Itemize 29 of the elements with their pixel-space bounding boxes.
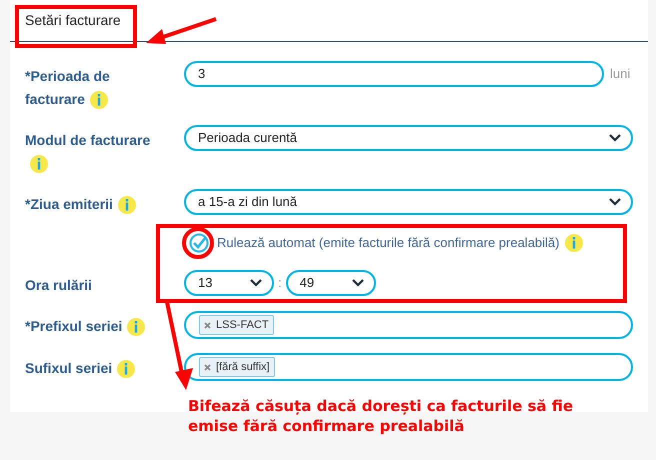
highlight-circle bbox=[182, 227, 214, 259]
unit-label: luni bbox=[610, 65, 630, 84]
tag-input-field[interactable]: LSS-FACT bbox=[184, 311, 633, 339]
select-field[interactable]: Perioada curentă bbox=[184, 125, 633, 151]
field-label: *Ziua emiterii bbox=[25, 196, 113, 212]
tag-chip: LSS-FACT bbox=[199, 315, 274, 335]
select-field[interactable]: a 15-a zi din lună bbox=[184, 189, 633, 215]
field-label: Modul de facturare bbox=[25, 132, 150, 148]
checkbox-label: Rulează automat (emite facturile fără confirmare prealabilă) bbox=[217, 234, 560, 252]
chevron-down-icon bbox=[609, 134, 621, 142]
checkbox[interactable] bbox=[189, 233, 209, 253]
time-separator: : bbox=[278, 274, 282, 292]
section-title: Setări facturare bbox=[25, 11, 121, 30]
remove-icon[interactable] bbox=[204, 322, 211, 328]
field-label: *Perioada de facturare bbox=[25, 68, 110, 107]
hour-select[interactable]: 13 bbox=[184, 270, 274, 296]
arrow bbox=[146, 17, 217, 44]
annotation-text: Bifează căsuța dacă dorești ca facturile să fie emise fără confirmare prealabilă bbox=[188, 396, 574, 436]
remove-icon[interactable] bbox=[204, 364, 211, 370]
tag-input-field[interactable]: [fără suffix] bbox=[184, 353, 633, 381]
field-label: Sufixul seriei bbox=[25, 360, 112, 376]
chevron-down-icon bbox=[250, 279, 262, 287]
number-field[interactable]: 3 bbox=[184, 61, 604, 87]
chevron-down-icon bbox=[352, 279, 364, 287]
chevron-down-icon bbox=[609, 198, 621, 206]
minute-select[interactable]: 49 bbox=[286, 270, 376, 296]
field-label: *Prefixul seriei bbox=[25, 318, 122, 334]
tag-chip: [fără suffix] bbox=[199, 357, 275, 377]
field-label: Ora rulării bbox=[25, 277, 92, 293]
